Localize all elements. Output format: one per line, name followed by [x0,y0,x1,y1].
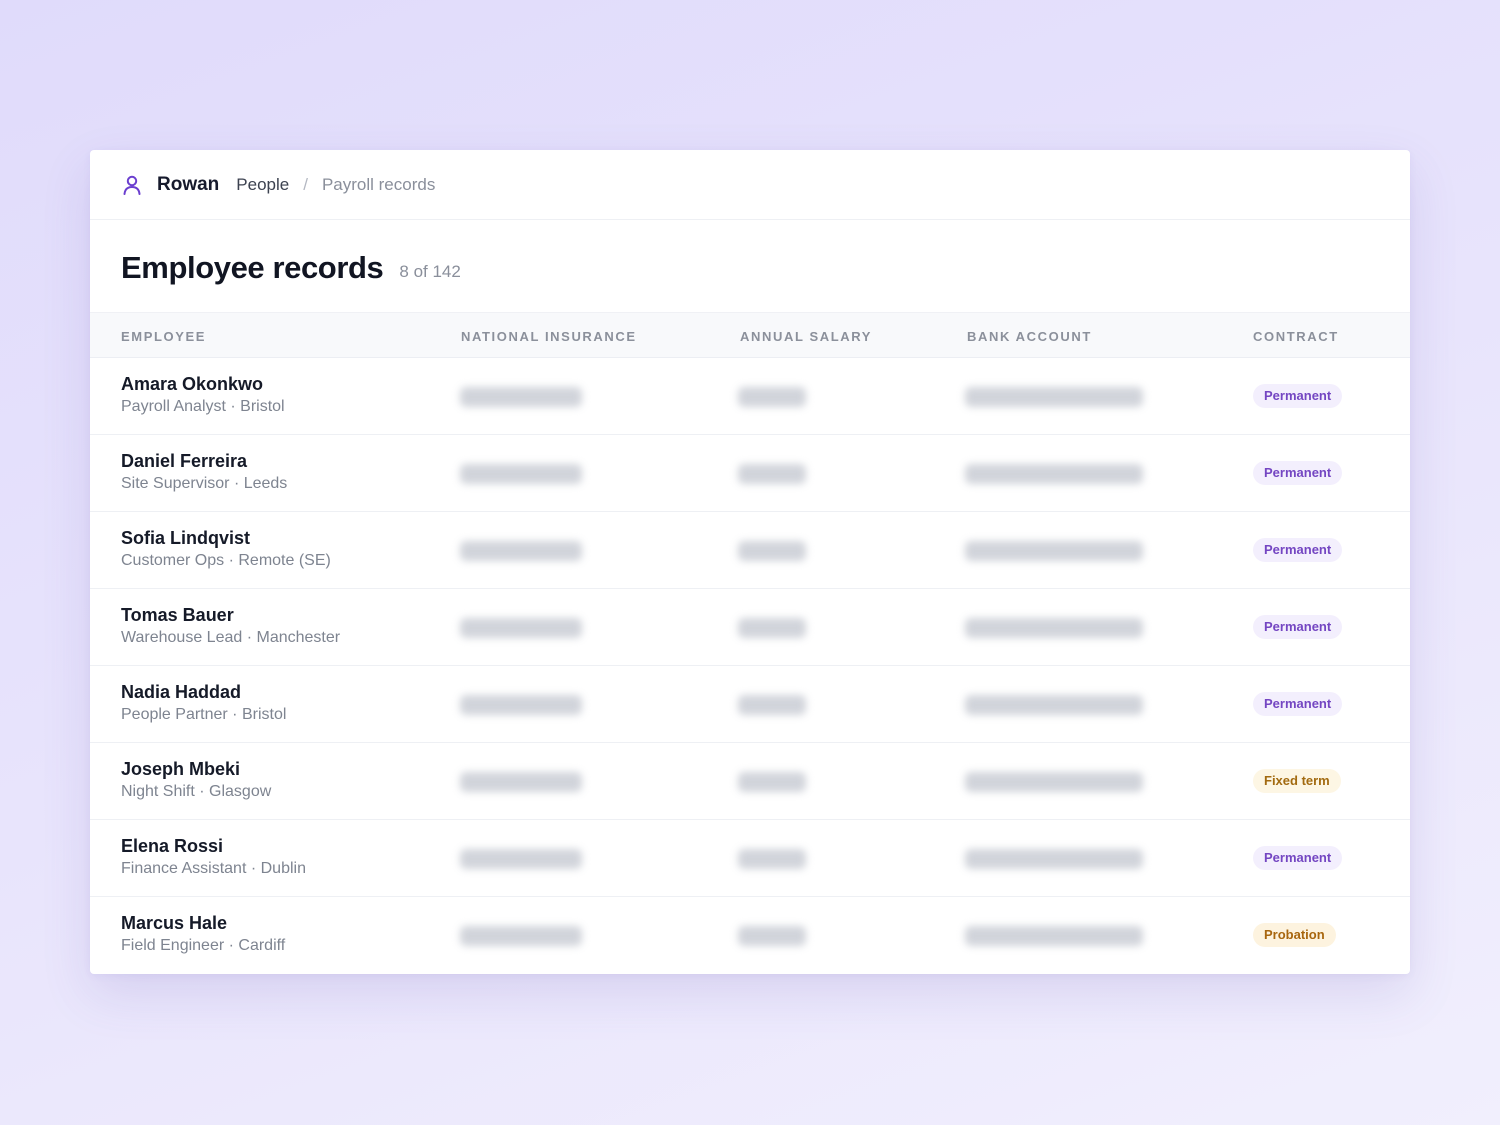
column-annual-salary[interactable]: Annual salary [740,329,872,344]
employee-role-location: Warehouse Lead · Manchester [121,629,341,646]
employee-role-location: Payroll Analyst · Bristol [121,398,285,415]
redacted-bank-account [965,541,1143,561]
redacted-bank-account [965,387,1143,407]
employee-name: Sofia Lindqvist [121,528,251,548]
employee-records-card: Rowan People / Payroll records Employee … [90,150,1410,974]
table-row[interactable]: Daniel Ferreira Site Supervisor · Leeds … [90,435,1410,512]
brand-name[interactable]: Rowan [157,174,219,196]
table-body: Amara Okonkwo Payroll Analyst · Bristol … [90,358,1410,974]
employee-name: Tomas Bauer [121,605,234,625]
table-row[interactable]: Sofia Lindqvist Customer Ops · Remote (S… [90,512,1410,589]
breadcrumb-current: Payroll records [321,174,436,194]
redacted-annual-salary [738,387,806,407]
breadcrumb-people[interactable]: People [236,175,289,195]
table-header: Employee National insurance Annual salar… [90,312,1410,358]
page-header: Employee records 8 of 142 [90,220,1410,312]
employee-role-location: Night Shift · Glasgow [121,783,272,800]
contract-badge: Permanent [1253,846,1343,870]
redacted-annual-salary [738,926,806,946]
table-row[interactable]: Tomas Bauer Warehouse Lead · Manchester … [90,589,1410,666]
redacted-annual-salary [738,541,806,561]
table-row[interactable]: Marcus Hale Field Engineer · Cardiff Pro… [90,897,1410,974]
employee-name: Daniel Ferreira [121,451,248,471]
employee-role-location: Finance Assistant · Dublin [121,860,306,877]
table-row[interactable]: Elena Rossi Finance Assistant · Dublin P… [90,820,1410,897]
redacted-national-insurance [460,926,582,946]
column-contract[interactable]: Contract [1253,329,1339,344]
redacted-national-insurance [460,464,582,484]
redacted-national-insurance [460,618,582,638]
user-icon [123,174,143,196]
column-national-insurance[interactable]: National insurance [461,329,637,344]
employee-role-location: People Partner · Bristol [121,706,287,723]
table-row[interactable]: Amara Okonkwo Payroll Analyst · Bristol … [90,358,1410,435]
employee-role-location: Site Supervisor · Leeds [121,475,288,492]
redacted-national-insurance [460,387,582,407]
table-row[interactable]: Nadia Haddad People Partner · Bristol Pe… [90,666,1410,743]
employee-name: Joseph Mbeki [121,759,241,779]
redacted-annual-salary [738,618,806,638]
contract-badge: Permanent [1253,384,1343,408]
record-count: 8 of 142 [399,262,461,281]
breadcrumb: People / Payroll records [219,175,435,195]
redacted-national-insurance [460,849,582,869]
employee-role-location: Field Engineer · Cardiff [121,937,286,954]
employee-role-location: Customer Ops · Remote (SE) [121,552,331,569]
column-employee[interactable]: Employee [121,329,206,344]
contract-badge: Permanent [1253,461,1343,485]
page-title: Employee records [121,250,384,285]
employee-name: Elena Rossi [121,836,224,856]
redacted-bank-account [965,926,1143,946]
contract-badge: Permanent [1253,538,1343,562]
redacted-bank-account [965,849,1143,869]
contract-badge: Fixed term [1253,769,1341,793]
redacted-bank-account [965,772,1143,792]
breadcrumb-separator: / [303,174,308,194]
redacted-annual-salary [738,464,806,484]
contract-badge: Permanent [1253,692,1343,716]
redacted-bank-account [965,464,1143,484]
table-row[interactable]: Joseph Mbeki Night Shift · Glasgow Fixed… [90,743,1410,820]
top-bar: Rowan People / Payroll records [90,150,1410,220]
redacted-annual-salary [738,849,806,869]
contract-badge: Probation [1253,923,1336,947]
employee-name: Nadia Haddad [121,682,242,702]
redacted-bank-account [965,695,1143,715]
redacted-national-insurance [460,541,582,561]
redacted-national-insurance [460,772,582,792]
redacted-annual-salary [738,772,806,792]
employee-name: Marcus Hale [121,913,228,933]
redacted-national-insurance [460,695,582,715]
redacted-annual-salary [738,695,806,715]
redacted-bank-account [965,618,1143,638]
employee-name: Amara Okonkwo [121,374,264,394]
column-bank-account[interactable]: Bank account [967,329,1092,344]
contract-badge: Permanent [1253,615,1343,639]
